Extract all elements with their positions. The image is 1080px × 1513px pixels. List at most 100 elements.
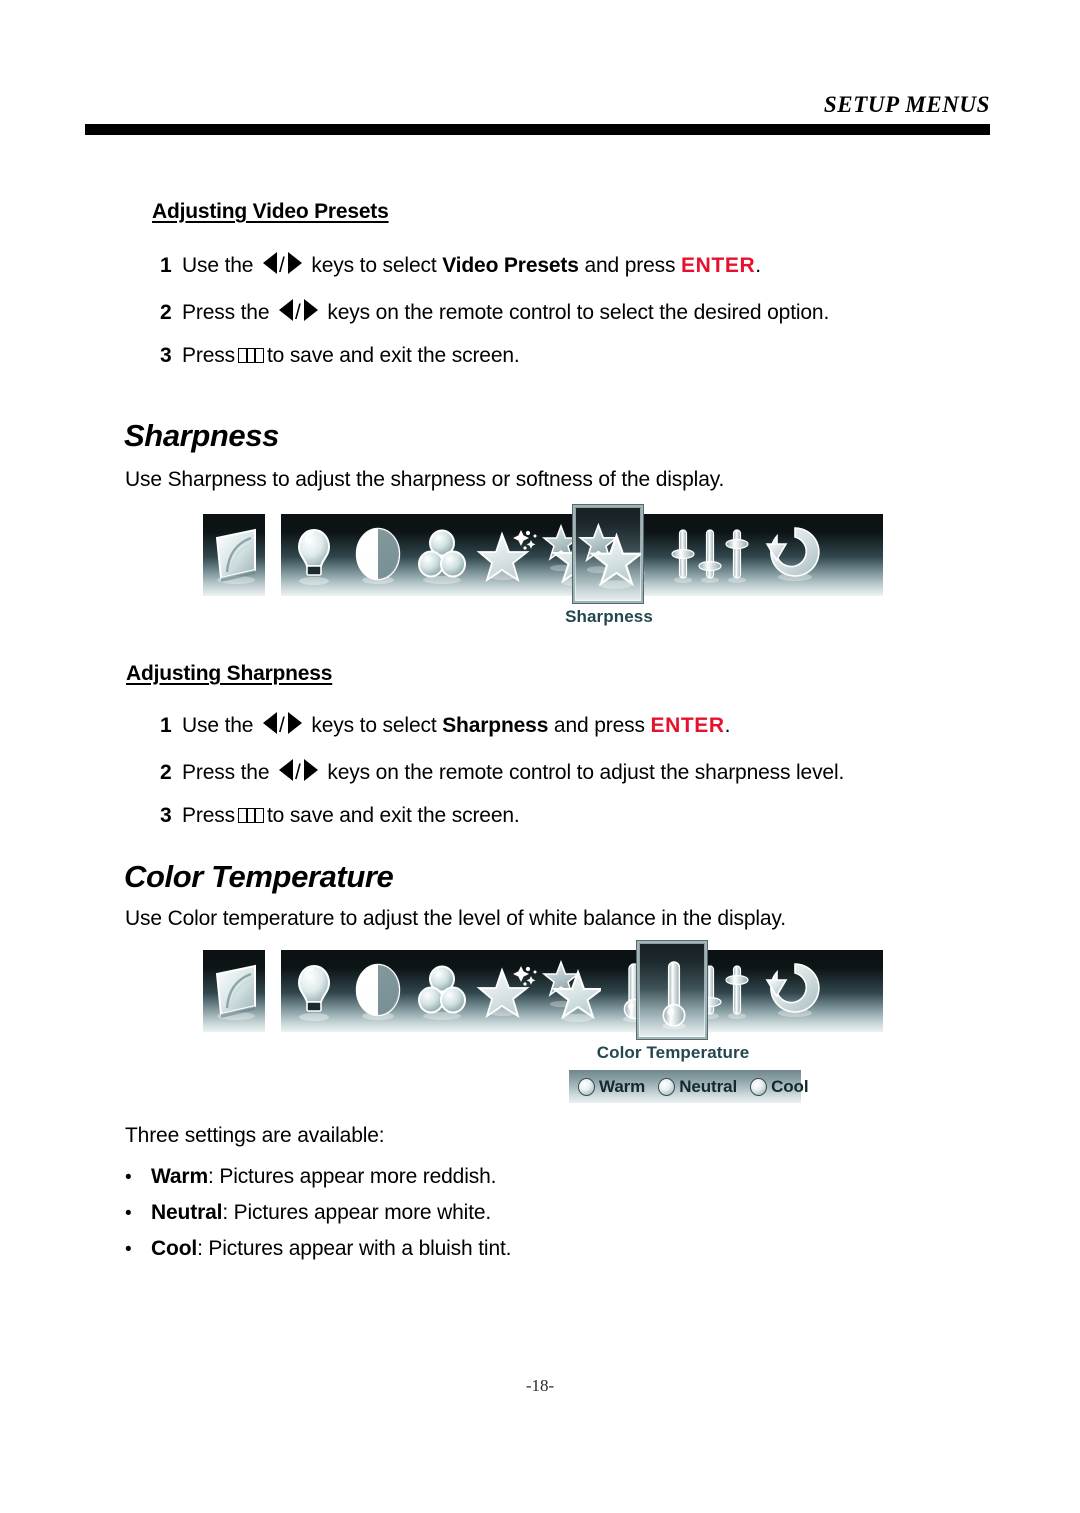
heading-color-temperature: Color Temperature (124, 859, 394, 894)
picture-screen-icon[interactable] (203, 950, 265, 1032)
option-cool[interactable]: Cool (750, 1076, 809, 1097)
heading-sharpness: Sharpness (124, 418, 279, 453)
step-text-pre: Press the (182, 301, 276, 324)
osd-selected-label-color-temperature: Color Temperature (596, 1043, 750, 1062)
bullet-item-cool: • Cool: Pictures appear with a bluish tin… (125, 1237, 511, 1261)
bullet-text: : Pictures appear more white. (222, 1201, 492, 1224)
step-video-presets-3: 3 Press to save and exit the screen. (160, 344, 520, 368)
page-number: -18- (525, 1376, 555, 1395)
arrow-right-icon (287, 252, 302, 274)
step-sharpness-1: 1 Use the / keys to select Sharpness and … (160, 710, 731, 738)
step-number: 3 (160, 804, 172, 827)
step-text-mid: keys on the remote control to adjust the… (321, 761, 845, 784)
video-presets-magic-star-icon[interactable] (475, 514, 537, 596)
arrow-right-icon (303, 759, 318, 781)
header-divider-rule (85, 124, 990, 135)
color-temperature-options-strip: Warm Neutral Cool (569, 1070, 809, 1103)
step-text-end: . (755, 254, 761, 277)
bullet-dot-icon: • (125, 1167, 132, 1188)
osd-icon-bar (281, 950, 883, 1032)
step-text-pre: Press (182, 804, 235, 827)
sharpness-double-star-icon[interactable] (539, 950, 601, 1032)
step-text-bold: Video Presets (442, 254, 579, 277)
picture-screen-icon[interactable] (203, 514, 265, 596)
video-presets-magic-star-icon[interactable] (475, 950, 537, 1032)
option-warm[interactable]: Warm (578, 1077, 645, 1097)
osd-menu-color-temperature: Color Temperature Warm Neutral Cool (203, 940, 883, 1110)
radio-neutral-icon[interactable] (658, 1077, 676, 1096)
bullet-term: Neutral (151, 1201, 223, 1224)
slash-separator: / (295, 761, 301, 784)
step-video-presets-2: 2 Press the / keys on the remote control … (160, 297, 829, 325)
step-text-mid: keys to select (305, 254, 443, 277)
arrow-right-icon (303, 299, 318, 321)
option-cool-label: Cool (771, 1076, 809, 1096)
option-neutral-label: Neutral (679, 1076, 738, 1096)
page-header-title: SETUP MENUS (823, 92, 990, 117)
arrow-left-icon (263, 252, 278, 274)
menu-key-icon (237, 808, 264, 823)
bullet-term: Warm (151, 1165, 208, 1188)
step-number: 2 (160, 761, 172, 784)
step-text-post: to save and exit the screen. (266, 804, 520, 827)
menu-key-icon (237, 348, 264, 363)
step-text-pre: Press the (182, 761, 276, 784)
option-neutral[interactable]: Neutral (658, 1077, 737, 1097)
contrast-circle-icon[interactable] (347, 514, 409, 596)
step-text-mid: keys on the remote control to select the… (321, 301, 830, 324)
heading-adjusting-video-presets: Adjusting Video Presets (152, 200, 389, 223)
brightness-bulb-icon[interactable] (283, 514, 345, 596)
brightness-bulb-icon[interactable] (283, 950, 345, 1032)
osd-menu-sharpness: Sharpness (203, 504, 883, 634)
heading-adjusting-sharpness: Adjusting Sharpness (126, 662, 333, 685)
bullet-dot-icon: • (125, 1239, 132, 1260)
bullet-term: Cool (151, 1237, 198, 1260)
step-number: 2 (160, 301, 172, 324)
osd-selected-frame-sharpness[interactable] (572, 504, 644, 604)
step-sharpness-2: 2 Press the / keys on the remote control … (160, 757, 844, 785)
color-circles-icon[interactable] (411, 950, 473, 1032)
osd-picture-icon-box (203, 514, 265, 596)
contrast-circle-icon[interactable] (347, 950, 409, 1032)
description-color-temperature: Use Color temperature to adjust the leve… (125, 907, 786, 930)
bullet-dot-icon: • (125, 1203, 132, 1224)
osd-picture-icon-box (203, 950, 265, 1032)
arrow-left-icon (279, 299, 294, 321)
arrow-left-icon (263, 712, 278, 734)
step-text-pre: Use the (182, 714, 260, 737)
step-text-pre: Use the (182, 254, 260, 277)
color-circles-icon[interactable] (411, 514, 473, 596)
bullet-text: : Pictures appear with a bluish tint. (197, 1237, 512, 1260)
step-text-end: . (724, 714, 731, 737)
enter-key-label: ENTER (681, 254, 756, 277)
arrow-left-icon (279, 759, 294, 781)
bullet-text: : Pictures appear more reddish. (207, 1165, 497, 1188)
slash-separator: / (279, 714, 285, 737)
step-number: 1 (160, 714, 172, 737)
option-warm-label: Warm (599, 1076, 646, 1096)
step-number: 1 (160, 254, 172, 277)
bullet-item-warm: • Warm: Pictures appear more reddish. (125, 1165, 496, 1189)
step-video-presets-1: 1 Use the / keys to select Video Presets … (160, 250, 761, 278)
step-sharpness-3: 3 Press to save and exit the screen. (160, 804, 520, 828)
step-text-post: to save and exit the screen. (266, 344, 520, 367)
bullet-item-neutral: • Neutral: Pictures appear more white. (125, 1201, 491, 1225)
step-text-post: and press (548, 714, 651, 737)
radio-warm-icon[interactable] (578, 1077, 595, 1096)
slash-separator: / (279, 254, 285, 277)
step-text-bold: Sharpness (442, 714, 549, 737)
osd-selected-frame-color-temperature[interactable] (636, 940, 708, 1040)
step-text-mid: keys to select (305, 714, 443, 737)
reset-arrow-icon[interactable] (759, 514, 831, 596)
step-number: 3 (160, 344, 172, 367)
color-temperature-settings-intro: Three settings are available: (125, 1124, 385, 1147)
radio-cool-icon[interactable] (750, 1077, 768, 1096)
arrow-right-icon (287, 712, 302, 734)
step-text-pre: Press (182, 344, 235, 367)
reset-arrow-icon[interactable] (759, 950, 831, 1032)
sliders-icon[interactable] (667, 514, 753, 596)
step-text-post: and press (578, 254, 682, 277)
description-sharpness: Use Sharpness to adjust the sharpness or… (125, 468, 725, 491)
enter-key-label: ENTER (650, 714, 725, 737)
slash-separator: / (295, 301, 301, 324)
